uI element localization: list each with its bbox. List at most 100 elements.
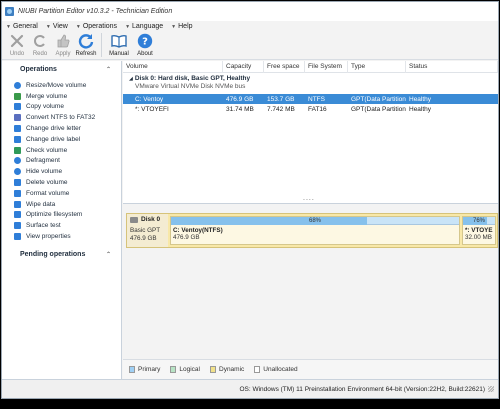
menu-label: View [52,23,68,30]
disk-title-text: Disk 0: Hard disk, Basic GPT, Healthy [134,75,251,82]
op-label: Merge volume [26,92,68,100]
chevron-down-icon: ▼ [171,23,177,30]
cell-type: GPT(Data Partition) [351,105,406,113]
column-capacity[interactable]: Capacity [223,60,264,73]
redo-label: Redo [32,51,48,57]
apply-label: Apply [55,51,71,57]
toolbar: Undo Redo Apply Refresh Manual ? About [2,32,498,60]
about-button[interactable]: ? About [134,33,156,57]
merge-icon [14,92,21,100]
menu-operations[interactable]: ▼ Operations [76,23,117,30]
op-label: Surface test [26,222,61,230]
redo-icon [32,33,48,49]
usage-percent: 68% [308,218,321,224]
op-copy-volume[interactable]: Copy volume [14,102,121,113]
menu-view[interactable]: ▼ View [46,23,68,30]
defragment-icon [14,157,21,165]
pending-panel-header[interactable]: Pending operations ⌃ [2,246,121,263]
chevron-down-icon: ▼ [125,23,131,30]
op-label: View properties [26,233,71,241]
legend-label: Dynamic [219,366,245,373]
cell-file-system: NTFS [308,95,325,103]
operations-list: Resize/Move volume Merge volume Copy vol… [2,80,121,242]
os-status-text: OS: Windows (TM) 11 Preinstallation Envi… [239,385,485,393]
menu-label: Language [132,23,164,30]
svg-text:?: ? [142,37,148,48]
partition-block-c[interactable]: 68% C: Ventoy(NTFS) 476.9 GB [170,216,460,245]
resize-grip-icon[interactable] [488,386,494,392]
chevron-up-icon[interactable]: ⌃ [106,66,111,73]
partition-name: C: Ventoy(NTFS) [173,227,223,234]
menu-language[interactable]: ▼ Language [125,23,163,30]
op-label: Delete volume [26,179,68,187]
disk-map-row[interactable]: Disk 0 Basic GPT 476.9 GB 68% C: Ventoy(… [126,213,498,248]
disk-map: Disk 0 Basic GPT 476.9 GB 68% C: Ventoy(… [123,213,498,355]
legend-primary: Primary [129,366,160,373]
op-hide-volume[interactable]: Hide volume [14,166,121,177]
disk-size: 476.9 GB [130,234,157,242]
undo-label: Undo [9,51,25,57]
op-defragment[interactable]: Defragment [14,156,121,167]
disk-name-text: Disk 0 [141,216,161,223]
menu-general[interactable]: ▼ General [6,23,38,30]
table-row[interactable]: C: Ventoy 476.9 GB 153.7 GB NTFS GPT(Dat… [123,94,498,104]
legend-unallocated: Unallocated [254,366,298,373]
op-format-volume[interactable]: Format volume [14,188,121,199]
cell-file-system: FAT16 [308,105,327,113]
thumbs-up-icon [55,33,71,49]
drive-letter-icon [14,125,21,133]
resize-icon [14,81,21,89]
op-resize-move-volume[interactable]: Resize/Move volume [14,80,121,91]
op-label: Convert NTFS to FAT32 [26,114,96,122]
volume-table: Volume Capacity Free space File System T… [123,60,498,204]
op-surface-test[interactable]: Surface test [14,220,121,231]
op-optimize-filesystem[interactable]: Optimize filesystem [14,210,121,221]
op-change-drive-letter[interactable]: Change drive letter [14,123,121,134]
refresh-label: Refresh [75,51,97,57]
op-merge-volume[interactable]: Merge volume [14,91,121,102]
op-change-drive-label[interactable]: Change drive label [14,134,121,145]
operations-panel-header[interactable]: Operations ⌃ [2,61,121,78]
refresh-icon [78,33,94,49]
pending-panel-title: Pending operations [20,250,86,258]
column-type[interactable]: Type [348,60,406,73]
window-frame: NIUBI Partition Editor v10.3.2 - Technic… [1,1,499,399]
column-status[interactable]: Status [406,60,498,73]
op-label: Change drive letter [26,125,81,133]
op-view-properties[interactable]: View properties [14,231,121,242]
op-check-volume[interactable]: Check volume [14,145,121,156]
op-delete-volume[interactable]: Delete volume [14,177,121,188]
partition-size: 476.9 GB [173,234,200,241]
surface-test-icon [14,222,21,230]
table-row[interactable]: *: VTOYEFI 31.74 MB 7.742 MB FAT16 GPT(D… [123,104,498,114]
column-volume[interactable]: Volume [123,60,223,73]
legend-swatch [170,366,177,373]
usage-bar: 68% [171,217,459,225]
usage-percent: 76% [472,218,485,224]
cell-free-space: 153.7 GB [267,95,295,103]
column-file-system[interactable]: File System [305,60,348,73]
op-label: Check volume [26,146,68,154]
op-wipe-data[interactable]: Wipe data [14,199,121,210]
about-label: About [137,51,153,57]
refresh-button[interactable]: Refresh [75,33,97,57]
apply-button[interactable]: Apply [52,33,74,57]
format-icon [14,189,21,197]
op-convert-ntfs-fat32[interactable]: Convert NTFS to FAT32 [14,112,121,123]
manual-button[interactable]: Manual [105,33,133,57]
splitter-handle[interactable]: .... [303,195,315,202]
redo-button[interactable]: Redo [29,33,51,57]
copy-icon [14,103,21,111]
chevron-up-icon[interactable]: ⌃ [106,251,111,258]
menu-help[interactable]: ▼ Help [171,23,192,30]
undo-button[interactable]: Undo [6,33,28,57]
partition-block-vtoyefi[interactable]: 76% *: VTOYE 32.00 MB [462,216,496,245]
title-bar[interactable]: NIUBI Partition Editor v10.3.2 - Technic… [2,2,498,21]
legend-swatch [210,366,216,373]
column-free-space[interactable]: Free space [264,60,305,73]
disk-group-header[interactable]: ◢ Disk 0: Hard disk, Basic GPT, Healthy V… [123,73,498,94]
expand-triangle-icon[interactable]: ◢ [129,76,133,82]
disk-subtitle: VMware Virtual NVMe Disk NVMe bus [135,83,246,90]
wipe-icon [14,200,21,208]
disk-info[interactable]: Disk 0 Basic GPT 476.9 GB [127,214,168,247]
